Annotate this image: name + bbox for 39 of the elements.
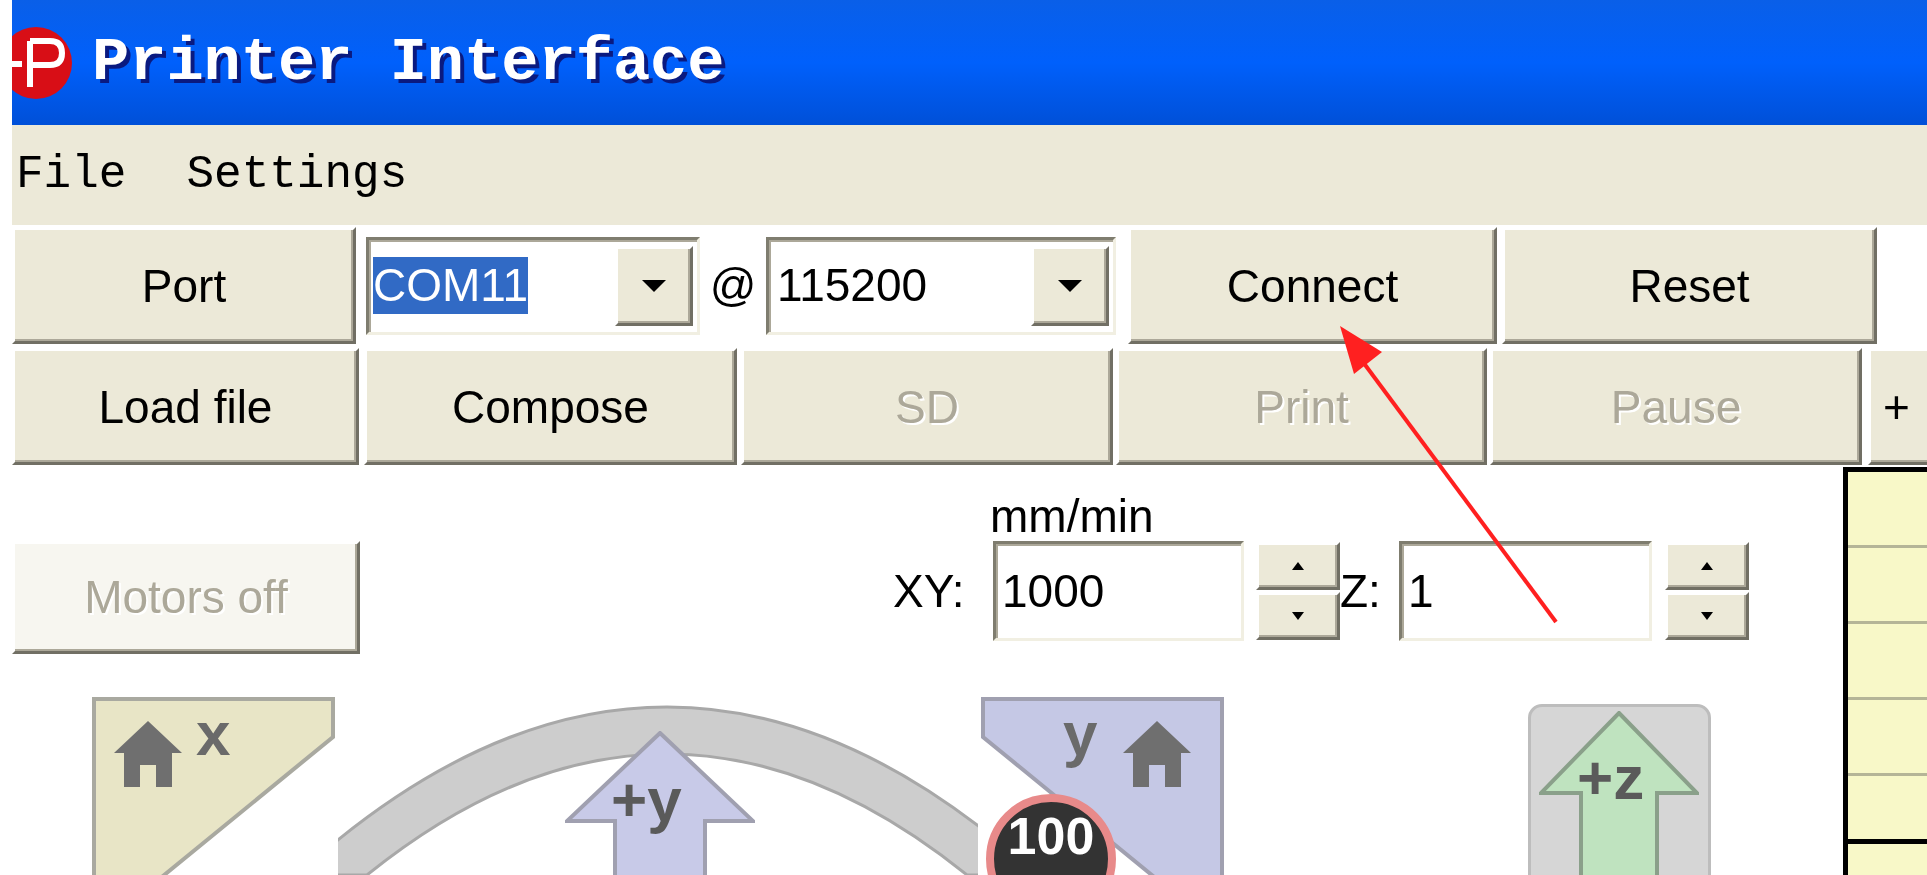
caret-icon <box>642 279 666 292</box>
window-title: Printer Interface <box>92 26 725 100</box>
home-icon <box>1121 719 1193 789</box>
at-sign: @ <box>708 258 758 313</box>
toolbar-button[interactable]: Reset <box>1502 227 1877 344</box>
up-arrow-icon <box>1292 562 1304 570</box>
plus-y-button[interactable]: +y <box>565 731 755 875</box>
toolbar-button[interactable]: Compose <box>364 348 737 465</box>
add-button[interactable]: + <box>1868 348 1927 465</box>
home-x-button[interactable]: x <box>92 697 335 875</box>
spin-down-button[interactable] <box>1256 592 1340 640</box>
combo-value: 115200 <box>777 258 928 313</box>
z-label: Z: <box>1340 563 1382 619</box>
spin-up-button[interactable] <box>1256 542 1340 590</box>
home-icon <box>112 719 184 789</box>
unit-label: mm/min <box>990 493 1155 541</box>
menu-item[interactable]: Settings <box>186 140 408 210</box>
menu-item[interactable]: File <box>16 140 127 210</box>
port-button[interactable]: Port <box>12 227 356 344</box>
axis-label: x <box>196 703 231 765</box>
down-arrow-icon <box>1701 612 1713 620</box>
xy-label: XY: <box>893 563 966 619</box>
plus-z-button[interactable]: +z <box>1528 704 1711 875</box>
spin-down-button[interactable] <box>1665 592 1749 640</box>
combo-value: COM11 <box>373 256 529 315</box>
z-speed-field[interactable]: 1 <box>1399 541 1652 641</box>
port-combo-box[interactable]: COM11 <box>366 236 700 335</box>
up-arrow-icon <box>1701 562 1713 570</box>
toolbar-button[interactable]: Load file <box>12 348 359 465</box>
toolbar-button[interactable]: Connect <box>1128 227 1497 344</box>
axis-label: +z <box>1577 747 1645 809</box>
caret-icon <box>1058 279 1082 292</box>
down-arrow-icon <box>1292 612 1304 620</box>
spin-up-button[interactable] <box>1665 542 1749 590</box>
dropdown-button[interactable] <box>615 245 693 326</box>
dropdown-button[interactable] <box>1031 245 1109 326</box>
speed-badge: 100 <box>986 794 1116 875</box>
xy-speed-field[interactable]: 1000 <box>993 541 1244 641</box>
baud-combo-box[interactable]: 115200 <box>766 236 1116 335</box>
